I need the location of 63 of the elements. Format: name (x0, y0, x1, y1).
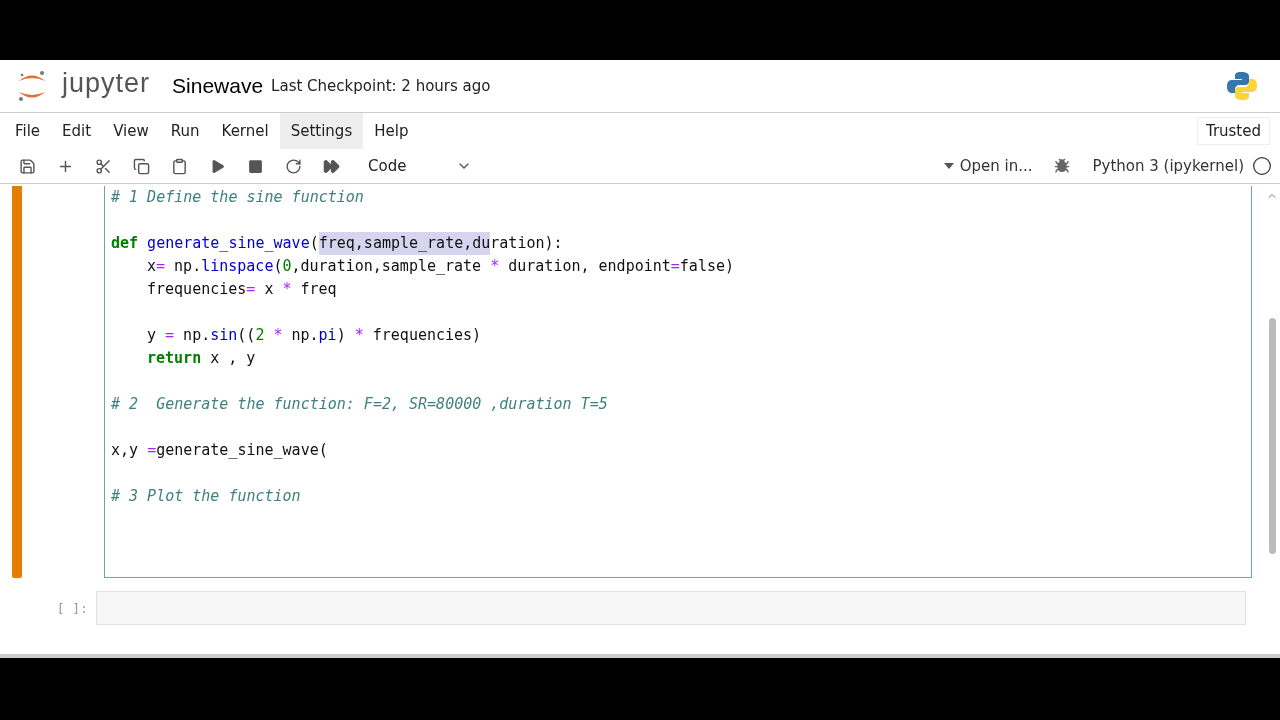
code-token: ( (273, 256, 283, 277)
code-token: pi (318, 325, 337, 346)
code-token: np. (182, 325, 211, 346)
menu-item[interactable]: Help (363, 113, 420, 149)
menu-item[interactable]: Edit (51, 113, 103, 149)
code-token: (( (237, 325, 256, 346)
code-token: ,duration,sample_rate (291, 256, 483, 277)
code-token: ) (336, 325, 347, 346)
menu-item[interactable]: File (4, 113, 52, 149)
cell-prompt: [ ]: (55, 600, 89, 616)
cell-type-dropdown[interactable]: Code (364, 157, 476, 175)
code-token: linspace (201, 256, 274, 277)
checkpoint-status: Last Checkpoint: 2 hours ago (271, 77, 491, 95)
code-token: np. (173, 256, 202, 277)
code-token: np. (290, 325, 319, 346)
code-token: generate_sine_wave( (156, 440, 328, 461)
code-token: 2 (255, 325, 265, 346)
debugger-icon[interactable] (1054, 158, 1071, 174)
code-token: * (354, 325, 364, 346)
code-token: sin (210, 325, 238, 346)
open-in-button[interactable]: Open in... (943, 157, 1033, 175)
code-token: freq (299, 279, 337, 300)
code-token: def (111, 233, 139, 254)
code-token: x (263, 279, 275, 300)
jupyter-logo-text: jupyter (62, 67, 151, 99)
code-token: = (246, 279, 256, 300)
empty-code-cell[interactable] (96, 591, 1246, 625)
code-token: * (282, 279, 292, 300)
code-token: y (147, 325, 158, 346)
code-token: = (670, 256, 680, 277)
code-token: x (147, 256, 157, 277)
code-token: 0 (282, 256, 292, 277)
code-token: frequencies (147, 279, 247, 300)
code-token: = (147, 440, 157, 461)
code-token: = (156, 256, 166, 277)
selected-code-text: freq,sample_rate,du (318, 232, 491, 255)
code-token: ration): (490, 233, 563, 254)
code-comment: # 3 Plot the function (111, 486, 301, 507)
code-token: false) (679, 256, 735, 277)
code-cell-editor[interactable] (104, 186, 1252, 578)
menu-item[interactable]: Run (159, 113, 211, 149)
code-token: return (147, 348, 202, 369)
menu-item[interactable]: View (102, 113, 160, 149)
menu-item[interactable]: Settings (279, 113, 364, 149)
code-token: x , y (209, 348, 256, 369)
code-comment: # 1 Define the sine function (111, 187, 364, 208)
code-token: duration, endpoint (507, 256, 671, 277)
code-token: * (490, 256, 500, 277)
code-token: * (272, 325, 283, 346)
trusted-indicator[interactable]: Trusted (1196, 117, 1270, 145)
menu-item[interactable]: Kernel (210, 113, 280, 149)
code-token: generate_sine_wave (146, 233, 310, 254)
code-token: x,y (111, 440, 140, 461)
code-token: ( (309, 233, 319, 254)
scrollbar-thumb[interactable] (1268, 318, 1276, 554)
kernel-name[interactable]: Python 3 (ipykernel) (1092, 157, 1244, 175)
code-comment: # 2 Generate the function: F=2, SR=80000 ,duration T=5 (111, 394, 608, 415)
notebook-title[interactable]: Sinewave (172, 74, 264, 98)
code-token: frequencies) (371, 325, 482, 346)
caret-icon (943, 163, 954, 169)
kernel-status-icon (1252, 156, 1272, 176)
python-logo-icon (1226, 70, 1258, 102)
code-token: = (165, 325, 175, 346)
